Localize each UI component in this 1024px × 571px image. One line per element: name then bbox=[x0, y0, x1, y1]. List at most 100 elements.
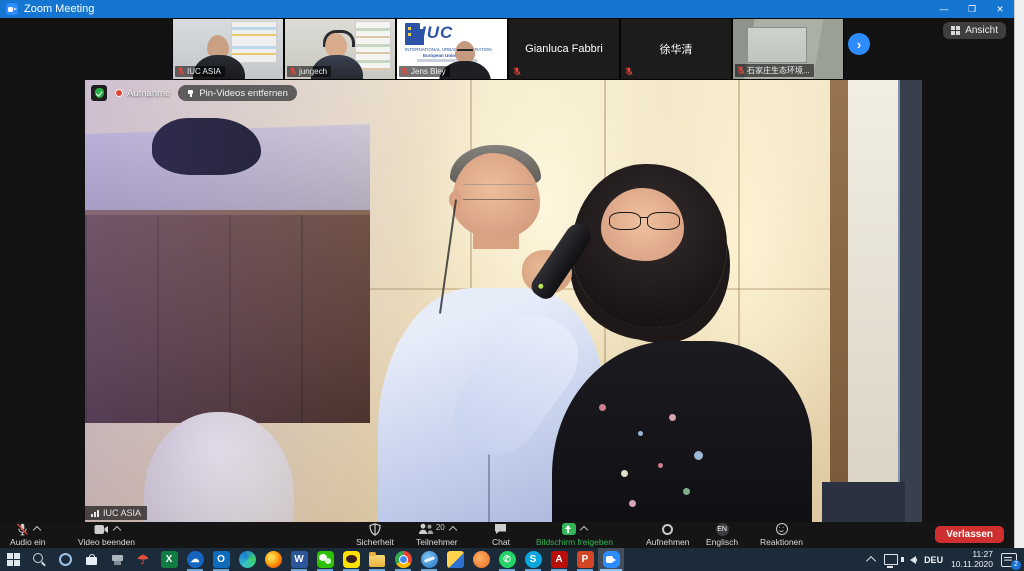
minimize-button[interactable]: — bbox=[930, 0, 958, 18]
chat-button[interactable]: Chat bbox=[492, 523, 510, 547]
reactions-label: Reaktionen bbox=[760, 537, 803, 547]
record-button[interactable]: Aufnehmen bbox=[646, 523, 689, 547]
kakaotalk-icon[interactable] bbox=[338, 548, 364, 571]
participant-name: 徐华清 bbox=[621, 19, 731, 79]
leave-meeting-button[interactable]: Verlassen bbox=[935, 526, 1004, 543]
wechat-glyph bbox=[317, 551, 334, 568]
skype-icon[interactable]: S bbox=[520, 548, 546, 571]
cloud-glyph: ☁ bbox=[187, 551, 204, 568]
active-speaker-label: IUC ASIA bbox=[85, 506, 147, 520]
chrome-icon[interactable] bbox=[390, 548, 416, 571]
printer-icon[interactable] bbox=[104, 548, 130, 571]
view-menu-button[interactable]: Ansicht bbox=[943, 22, 1006, 39]
start-glyph bbox=[7, 553, 20, 566]
file-explorer-glyph bbox=[369, 555, 385, 567]
video-options-chevron[interactable] bbox=[112, 526, 120, 534]
iuc-logo-text: IUC bbox=[421, 23, 453, 43]
notification-badge: 2 bbox=[1011, 560, 1021, 570]
participants-count: 20 bbox=[436, 523, 445, 532]
word-icon[interactable]: W bbox=[286, 548, 312, 571]
internet-icon[interactable] bbox=[468, 548, 494, 571]
name-tile-gianluca-fabbri[interactable]: Gianluca Fabbri bbox=[508, 18, 620, 80]
chat-bubble-icon bbox=[494, 523, 507, 535]
whiteboard-shape bbox=[747, 27, 807, 63]
antivirus-umbrella-glyph: ☂ bbox=[135, 551, 152, 568]
cloud-icon[interactable]: ☁ bbox=[182, 548, 208, 571]
close-button[interactable]: ✕ bbox=[986, 0, 1014, 18]
cortana-icon[interactable] bbox=[52, 548, 78, 571]
keyboard-language[interactable]: DEU bbox=[924, 555, 943, 565]
zoom-toolbar: Audio ein Video beenden Sicherheit 20 Te… bbox=[0, 522, 1014, 548]
participants-options-chevron[interactable] bbox=[448, 526, 456, 534]
clock[interactable]: 11:27 10.11.2020 bbox=[951, 550, 993, 570]
security-shield-badge[interactable] bbox=[91, 85, 107, 101]
edge-icon[interactable] bbox=[234, 548, 260, 571]
video-button[interactable]: Video beenden bbox=[78, 523, 135, 547]
record-label: Aufnehmen bbox=[646, 537, 689, 547]
acrobat-glyph: A bbox=[551, 551, 568, 568]
participants-button[interactable]: 20 Teilnehmer bbox=[416, 523, 458, 547]
tray-expand-chevron-icon[interactable] bbox=[866, 556, 876, 566]
woman-glasses-bridge bbox=[640, 217, 648, 218]
acrobat-icon[interactable]: A bbox=[546, 548, 572, 571]
whatsapp-glyph: ✆ bbox=[499, 551, 516, 568]
video-tile-jungech[interactable]: jungech bbox=[284, 18, 396, 80]
maximize-button[interactable]: ❐ bbox=[958, 0, 986, 18]
excel-icon[interactable]: X bbox=[156, 548, 182, 571]
reactions-button[interactable]: Reaktionen bbox=[760, 523, 803, 547]
tile-name-label: Jens Bley bbox=[399, 66, 450, 77]
unpin-video-button[interactable]: Pin-Videos entfernen bbox=[178, 85, 297, 101]
view-menu-label: Ansicht bbox=[965, 25, 998, 36]
file-explorer-icon[interactable] bbox=[364, 548, 390, 571]
pin-icon bbox=[187, 90, 194, 97]
muted-mic-icon bbox=[401, 67, 409, 76]
internet-glyph bbox=[473, 551, 490, 568]
excel-glyph: X bbox=[161, 551, 178, 568]
start-icon[interactable] bbox=[0, 548, 26, 571]
zoom-glyph bbox=[603, 551, 620, 568]
wechat-icon[interactable] bbox=[312, 548, 338, 571]
share-screen-button[interactable]: Bildschirm freigeben bbox=[536, 523, 613, 547]
search-icon[interactable] bbox=[26, 548, 52, 571]
whatsapp-icon[interactable]: ✆ bbox=[494, 548, 520, 571]
powerpoint-glyph: P bbox=[577, 551, 594, 568]
iuc-logo-line1: INTERNATIONAL URBAN COOPERATION bbox=[405, 47, 492, 52]
video-tile-shijiazhuang[interactable]: 石家庄生态环境... bbox=[732, 18, 844, 80]
chrome-glyph bbox=[395, 551, 412, 568]
remote-globe-icon[interactable] bbox=[416, 548, 442, 571]
camera-icon bbox=[94, 524, 109, 535]
next-page-arrow-button[interactable]: › bbox=[848, 33, 870, 55]
smiley-icon bbox=[776, 523, 788, 535]
share-options-chevron[interactable] bbox=[580, 526, 588, 534]
muted-mic-icon bbox=[625, 67, 633, 76]
video-tile-jens-bley[interactable]: IUC INTERNATIONAL URBAN COOPERATION Euro… bbox=[396, 18, 508, 80]
powerpoint-icon[interactable]: P bbox=[572, 548, 598, 571]
contacts-icon[interactable] bbox=[442, 548, 468, 571]
audio-button[interactable]: Audio ein bbox=[10, 523, 45, 547]
video-button-label: Video beenden bbox=[78, 537, 135, 547]
network-icon[interactable] bbox=[884, 554, 898, 565]
security-label: Sicherheit bbox=[356, 537, 394, 547]
word-glyph: W bbox=[291, 551, 308, 568]
store-icon[interactable] bbox=[78, 548, 104, 571]
zoom-icon[interactable] bbox=[598, 548, 624, 571]
tile-name-label: jungech bbox=[287, 66, 331, 77]
tile-name-label: 石家庄生态环境... bbox=[735, 64, 814, 77]
video-tile-iuc-asia[interactable]: IUC ASIA bbox=[172, 18, 284, 80]
outlook-icon[interactable]: O bbox=[208, 548, 234, 571]
muted-mic-icon bbox=[16, 523, 29, 536]
firefox-icon[interactable] bbox=[260, 548, 286, 571]
main-video: Aufnahme Pin-Videos entfernen IUC ASIA bbox=[85, 80, 922, 522]
audio-options-chevron[interactable] bbox=[32, 526, 40, 534]
antivirus-umbrella-icon[interactable]: ☂ bbox=[130, 548, 156, 571]
security-button[interactable]: Sicherheit bbox=[356, 523, 394, 547]
name-tile-xuhuaqing[interactable]: 徐华清 bbox=[620, 18, 732, 80]
background-window-edge bbox=[1014, 0, 1024, 548]
speaker-icon[interactable] bbox=[910, 556, 916, 564]
muted-mic-icon bbox=[737, 66, 745, 75]
action-center-icon[interactable]: 2 bbox=[1001, 553, 1017, 567]
participant-head bbox=[325, 33, 347, 57]
search-glyph bbox=[31, 551, 48, 568]
interpretation-button[interactable]: EN Englisch bbox=[706, 523, 738, 547]
iuc-logo-line2: European Union bbox=[423, 53, 458, 58]
